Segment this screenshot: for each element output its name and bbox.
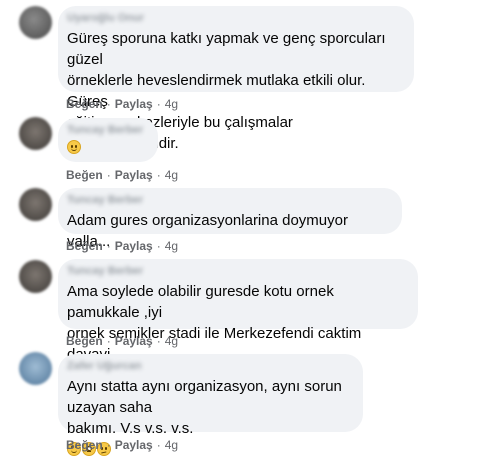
comment-actions: Beğen · Paylaş · 4g	[66, 334, 178, 348]
separator-dot: ·	[106, 239, 111, 253]
commenter-name[interactable]: Tuncay Berber	[67, 266, 149, 277]
avatar[interactable]	[19, 260, 52, 293]
share-button[interactable]: Paylaş	[115, 438, 153, 452]
like-button[interactable]: Beğen	[66, 334, 103, 348]
commenter-name[interactable]: Tuncay Berber	[67, 125, 149, 136]
like-button[interactable]: Beğen	[66, 239, 103, 253]
comment-bubble: Uyaroğlu Onur Güreş sporuna katkı yapmak…	[58, 6, 414, 152]
slightly-smiling-face-icon	[67, 140, 81, 154]
comment-bubble: Tuncay Berber	[58, 118, 158, 162]
timestamp[interactable]: 4g	[165, 438, 178, 452]
comment-bubble: Tuncay Berber Ama soylede olabilir gures…	[58, 259, 418, 363]
comment-bubble: Tuncay Berber Adam gures organizasyonlar…	[58, 188, 402, 250]
comment-actions: Beğen · Paylaş · 4g	[66, 97, 178, 111]
separator-dot: ·	[106, 168, 111, 182]
separator-dot: ·	[156, 334, 161, 348]
separator-dot: ·	[156, 168, 161, 182]
separator-dot: ·	[106, 334, 111, 348]
like-button[interactable]: Beğen	[66, 438, 103, 452]
timestamp[interactable]: 4g	[165, 97, 178, 111]
emoji-row	[67, 140, 146, 154]
avatar[interactable]	[19, 117, 52, 150]
avatar[interactable]	[19, 6, 52, 39]
timestamp[interactable]: 4g	[165, 239, 178, 253]
share-button[interactable]: Paylaş	[115, 168, 153, 182]
separator-dot: ·	[156, 239, 161, 253]
comment-bubble: Zafer Uğurcan Aynı statta aynı organizas…	[58, 354, 363, 456]
comment-text: Aynı statta aynı organizasyon, aynı soru…	[67, 378, 342, 437]
commenter-name[interactable]: Zafer Uğurcan	[67, 361, 149, 372]
separator-dot: ·	[106, 97, 111, 111]
share-button[interactable]: Paylaş	[115, 97, 153, 111]
avatar[interactable]	[19, 188, 52, 221]
comment-actions: Beğen · Paylaş · 4g	[66, 239, 178, 253]
timestamp[interactable]: 4g	[165, 168, 178, 182]
commenter-name[interactable]: Tuncay Berber	[67, 195, 149, 206]
comment-actions: Beğen · Paylaş · 4g	[66, 168, 178, 182]
separator-dot: ·	[156, 438, 161, 452]
like-button[interactable]: Beğen	[66, 97, 103, 111]
comment-actions: Beğen · Paylaş · 4g	[66, 438, 178, 452]
comment-text: Ama soylede olabilir guresde kotu ornek …	[67, 283, 362, 363]
share-button[interactable]: Paylaş	[115, 334, 153, 348]
like-button[interactable]: Beğen	[66, 168, 103, 182]
timestamp[interactable]: 4g	[165, 334, 178, 348]
separator-dot: ·	[156, 97, 161, 111]
share-button[interactable]: Paylaş	[115, 239, 153, 253]
avatar[interactable]	[19, 352, 52, 385]
commenter-name[interactable]: Uyaroğlu Onur	[67, 13, 149, 24]
separator-dot: ·	[106, 438, 111, 452]
